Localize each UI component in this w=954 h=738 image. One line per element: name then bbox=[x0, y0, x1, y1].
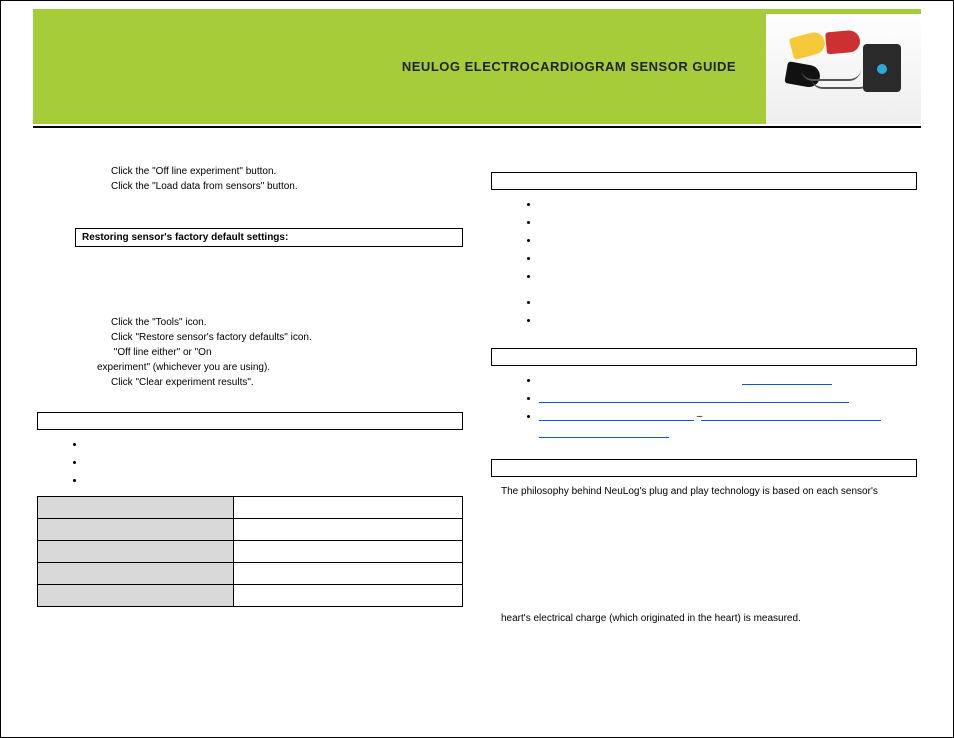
spec-label-2 bbox=[38, 519, 234, 541]
restore-steps: Click the "Tools" icon. Click "Restore s… bbox=[37, 315, 463, 390]
videos-heading-box bbox=[491, 348, 917, 366]
link-bullets: – bbox=[491, 374, 917, 439]
spec-label-1 bbox=[38, 497, 234, 519]
step-restore-4: Click "Clear experiment results". bbox=[111, 377, 254, 388]
header: NEULOG ELECTROCARDIOGRAM SENSOR GUIDE bbox=[33, 9, 921, 124]
included-5 bbox=[539, 270, 917, 284]
included-6 bbox=[539, 296, 917, 310]
spec-label-5 bbox=[38, 585, 234, 607]
spec-value-5 bbox=[233, 585, 463, 607]
table-row bbox=[38, 541, 463, 563]
left-bullet-1 bbox=[85, 438, 463, 452]
spec-value-3 bbox=[233, 541, 463, 563]
step-restore-3b: experiment" (whichever you are using). bbox=[97, 362, 270, 373]
background-para-2: heart's electrical charge (which origina… bbox=[501, 612, 907, 627]
left-bullets bbox=[37, 438, 463, 488]
included-4 bbox=[539, 252, 917, 266]
link-row-1 bbox=[539, 374, 917, 388]
spec-value-1 bbox=[233, 497, 463, 519]
left-column: Click the "Off line experiment" button. … bbox=[33, 164, 467, 632]
sensor-device-icon bbox=[863, 44, 901, 92]
video-link-3a[interactable] bbox=[539, 412, 694, 421]
spec-value-2 bbox=[233, 519, 463, 541]
included-1 bbox=[539, 198, 917, 212]
table-row bbox=[38, 563, 463, 585]
table-row bbox=[38, 585, 463, 607]
page-title: NEULOG ELECTROCARDIOGRAM SENSOR GUIDE bbox=[402, 59, 736, 74]
background-heading-box bbox=[491, 459, 917, 477]
load-data-steps: Click the "Off line experiment" button. … bbox=[37, 164, 463, 194]
left-bullet-2 bbox=[85, 456, 463, 470]
video-link-2[interactable] bbox=[539, 394, 849, 403]
spec-label-3 bbox=[38, 541, 234, 563]
included-7 bbox=[539, 314, 917, 328]
step-restore-1: Click the "Tools" icon. bbox=[111, 317, 206, 328]
spec-table bbox=[37, 496, 463, 607]
spec-label-4 bbox=[38, 563, 234, 585]
left-subheading-box bbox=[37, 412, 463, 430]
background-para-1: The philosophy behind NeuLog's plug and … bbox=[501, 485, 907, 500]
included-heading-box bbox=[491, 172, 917, 190]
header-bar: NEULOG ELECTROCARDIOGRAM SENSOR GUIDE bbox=[33, 9, 766, 124]
step-restore-2: Click "Restore sensor's factory defaults… bbox=[111, 332, 312, 343]
table-row bbox=[38, 497, 463, 519]
step-load-1: Click the "Off line experiment" button. bbox=[111, 166, 276, 177]
included-2 bbox=[539, 216, 917, 230]
product-image bbox=[766, 9, 921, 124]
restore-heading-box: Restoring sensor's factory default setti… bbox=[75, 228, 463, 247]
link-row-3: – bbox=[539, 410, 917, 424]
included-3 bbox=[539, 234, 917, 248]
right-column: – The philosophy behind NeuLog's plug an… bbox=[487, 164, 921, 632]
table-row bbox=[38, 519, 463, 541]
video-link-1[interactable] bbox=[742, 376, 832, 385]
restore-heading: Restoring sensor's factory default setti… bbox=[82, 232, 288, 243]
clip-yellow-icon bbox=[789, 30, 828, 60]
step-restore-3: "Off line either" or "On bbox=[111, 347, 212, 358]
included-bullets bbox=[491, 198, 917, 328]
video-link-3b[interactable] bbox=[701, 412, 881, 421]
step-load-2: Click the "Load data from sensors" butto… bbox=[111, 181, 298, 192]
link-row-2 bbox=[539, 392, 917, 406]
left-bullet-3 bbox=[85, 474, 463, 488]
video-link-3c[interactable] bbox=[539, 429, 669, 438]
clip-red-icon bbox=[825, 30, 861, 55]
spec-value-4 bbox=[233, 563, 463, 585]
